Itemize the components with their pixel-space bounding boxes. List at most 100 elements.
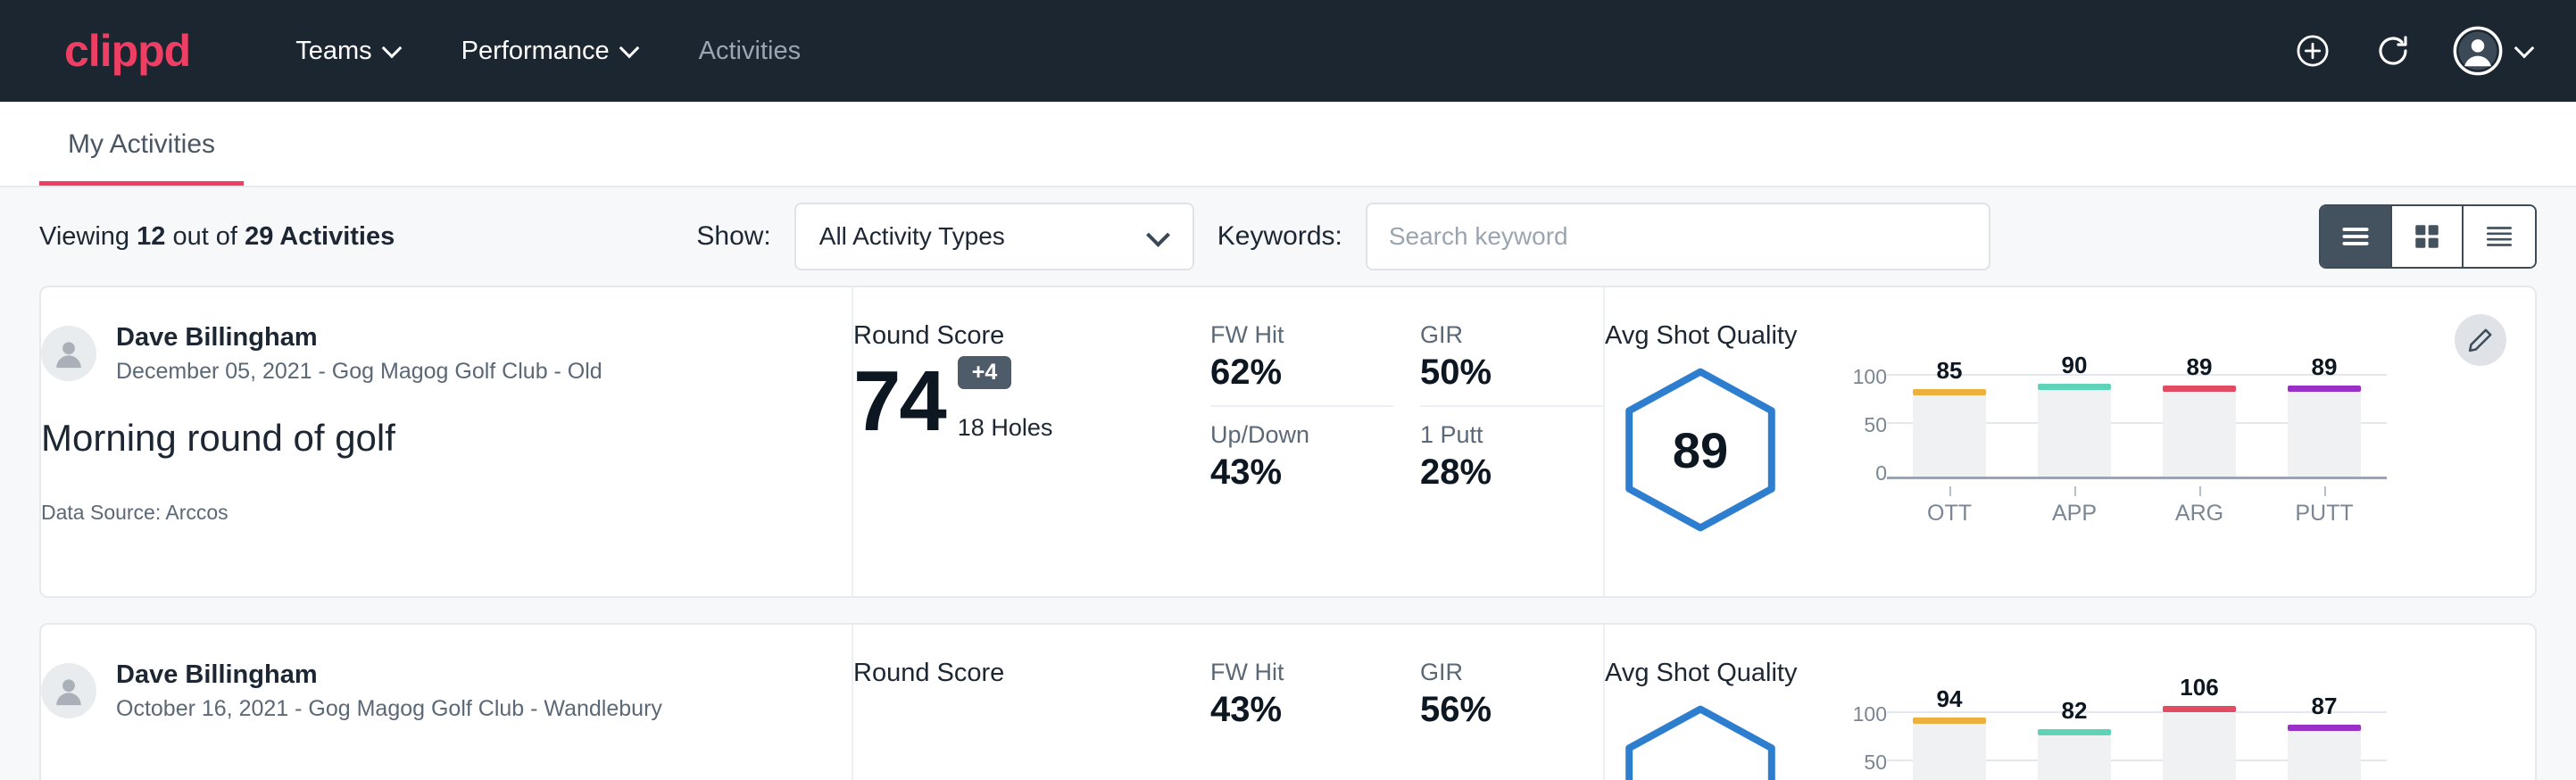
x-tick-label: ARG: [2137, 486, 2262, 527]
viewing-summary: Viewing 12 out of 29 Activities: [39, 222, 395, 252]
add-button[interactable]: [2292, 30, 2333, 71]
chart-bar: [2038, 390, 2111, 477]
chart-bar: [1913, 395, 1986, 477]
holes-label: 18 Holes: [958, 414, 1053, 442]
activity-list: Dave Billingham December 05, 2021 - Gog …: [0, 286, 2576, 780]
chart-bar-cap: [1913, 389, 1986, 395]
tab-strip: My Activities: [0, 102, 2576, 187]
filter-controls: Show: All Activity Types Keywords:: [395, 203, 2292, 270]
player-name: Dave Billingham: [116, 659, 662, 691]
bar-value-label: 90: [2062, 352, 2088, 379]
bar-value-label: 89: [2187, 353, 2213, 381]
bar-value-label: 94: [1937, 685, 1963, 713]
stats-section: FW Hit 43% GIR 56%: [1210, 625, 1603, 780]
x-tick-label: APP: [2012, 486, 2137, 527]
score-to-par-badge: +4: [958, 356, 1012, 389]
stat-value: 62%: [1210, 353, 1393, 393]
chart-bar-group: 87: [2262, 711, 2387, 780]
y-tick: 50: [1864, 752, 1887, 773]
search-input[interactable]: [1366, 203, 1990, 270]
chart-bar-group: 89: [2262, 374, 2387, 477]
bar-value-label: 106: [2180, 674, 2218, 701]
activity-info: Dave Billingham October 16, 2021 - Gog M…: [41, 625, 853, 780]
activity-card[interactable]: Dave Billingham December 05, 2021 - Gog …: [39, 286, 2537, 598]
refresh-button[interactable]: [2372, 30, 2414, 71]
chart-bar-cap: [2038, 384, 2111, 390]
account-menu[interactable]: [2453, 26, 2533, 76]
activity-meta: October 16, 2021 - Gog Magog Golf Club -…: [116, 694, 662, 724]
clippd-logo[interactable]: clippd: [64, 29, 190, 73]
activity-type-select[interactable]: All Activity Types: [794, 203, 1194, 270]
player-name: Dave Billingham: [116, 321, 602, 353]
stat-label: Up/Down: [1210, 421, 1393, 449]
shot-quality-chart: 100 50 0 948210687 OTTAPPARGPUTT: [1841, 702, 2387, 780]
x-tick-label: PUTT: [2262, 486, 2387, 527]
chart-bars: 85908989: [1887, 374, 2387, 477]
stat-label: FW Hit: [1210, 321, 1393, 349]
chart-bar-cap: [2288, 386, 2361, 392]
chevron-down-icon: [2515, 39, 2533, 57]
chart-bar: [2163, 392, 2236, 477]
stat-label: GIR: [1420, 321, 1603, 349]
chevron-down-icon: [1150, 227, 1169, 246]
bar-value-label: 87: [2312, 693, 2338, 720]
viewing-middle: out of: [172, 222, 237, 251]
chart-bar: [1913, 724, 1986, 780]
player-header: Dave Billingham October 16, 2021 - Gog M…: [41, 659, 852, 724]
shot-quality-chart: 100 50 0 85908989 OTTAPPARGPUTT: [1841, 365, 2387, 527]
stat-label: 1 Putt: [1420, 421, 1603, 449]
chart-bar-group: 106: [2137, 711, 2262, 780]
avg-shot-quality-section: Avg Shot Quality 100 50 0: [1603, 625, 2535, 780]
chart-x-axis: OTTAPPARGPUTT: [1887, 486, 2387, 527]
round-score-value: 74: [853, 361, 945, 442]
activity-title: Morning round of golf: [41, 417, 852, 460]
chart-bar-cap: [2288, 725, 2361, 731]
chart-bar-cap: [2163, 386, 2236, 392]
chevron-down-icon: [383, 39, 401, 57]
chart-bar: [2038, 735, 2111, 780]
chart-bar-group: 89: [2137, 374, 2262, 477]
chart-plot-area: 948210687: [1887, 711, 2387, 780]
avatar: [41, 326, 96, 381]
bar-value-label: 82: [2062, 697, 2088, 725]
grid-view-button[interactable]: [2392, 206, 2464, 267]
chart-bars: 948210687: [1887, 711, 2387, 780]
stat-value: 28%: [1420, 452, 1603, 493]
activity-type-value: All Activity Types: [819, 222, 1005, 251]
activity-card[interactable]: Dave Billingham October 16, 2021 - Gog M…: [39, 623, 2537, 780]
nav-item-label: Activities: [699, 37, 801, 66]
chevron-down-icon: [620, 39, 638, 57]
compact-view-button[interactable]: [2464, 206, 2535, 267]
tab-my-activities[interactable]: My Activities: [39, 129, 244, 186]
avg-shot-quality-label: Avg Shot Quality: [1605, 321, 2535, 351]
stat-fw-hit: FW Hit 62%: [1210, 321, 1393, 407]
chart-bar-cap: [1913, 718, 1986, 724]
shot-quality-hexagon: 89: [1616, 365, 1785, 535]
chart-bar-cap: [2038, 729, 2111, 735]
view-mode-toggle: [2319, 204, 2537, 269]
chart-bar-group: 90: [2012, 374, 2137, 477]
shot-quality-value: 89: [1616, 365, 1785, 535]
shot-quality-value: [1616, 702, 1785, 780]
chart-bar-cap: [2163, 706, 2236, 712]
main-nav: Teams Performance Activities: [272, 26, 2292, 77]
nav-item-label: Teams: [295, 37, 371, 66]
nav-item-label: Performance: [461, 37, 610, 66]
stat-gir: GIR 50%: [1420, 321, 1603, 407]
player-header: Dave Billingham December 05, 2021 - Gog …: [41, 321, 852, 386]
stat-gir: GIR 56%: [1420, 659, 1603, 743]
nav-item-teams[interactable]: Teams: [272, 26, 423, 77]
y-tick: 50: [1864, 415, 1887, 436]
nav-item-activities[interactable]: Activities: [676, 26, 824, 77]
avg-shot-quality-section: Avg Shot Quality 89 100 50 0: [1603, 287, 2535, 596]
stat-value: 43%: [1210, 690, 1393, 730]
filter-bar: Viewing 12 out of 29 Activities Show: Al…: [0, 187, 2576, 286]
stat-value: 43%: [1210, 452, 1393, 493]
edit-activity-button[interactable]: [2455, 314, 2506, 366]
list-view-button[interactable]: [2321, 206, 2392, 267]
activity-data-source: Data Source: Arccos: [41, 501, 852, 525]
bar-value-label: 85: [1937, 357, 1963, 385]
nav-item-performance[interactable]: Performance: [438, 26, 661, 77]
stat-up-down: Up/Down 43%: [1210, 421, 1393, 505]
top-bar-actions: [2292, 26, 2533, 76]
